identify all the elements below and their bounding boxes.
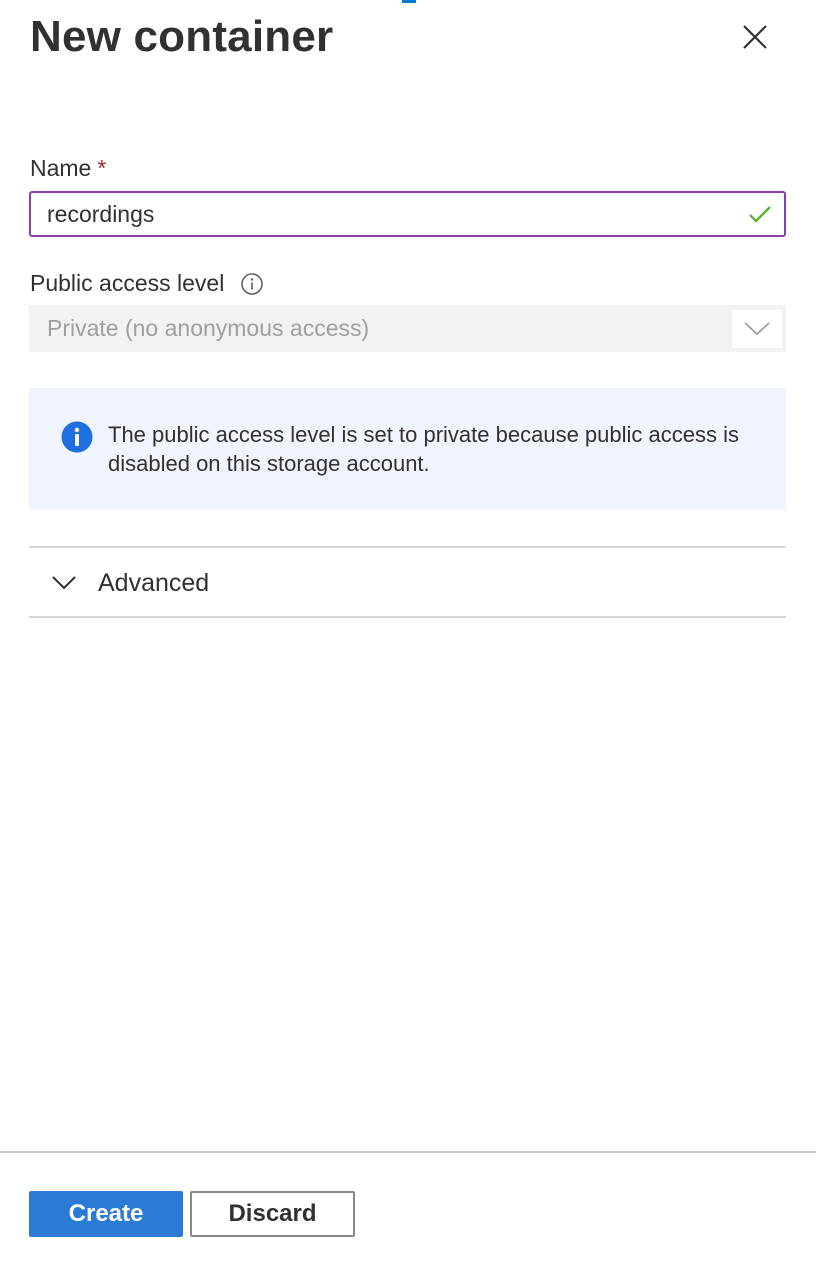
panel-title: New container — [30, 12, 334, 61]
name-field-label: Name * — [30, 155, 106, 182]
info-circle-icon[interactable] — [240, 272, 264, 296]
info-filled-icon — [61, 421, 93, 453]
advanced-top-divider — [29, 546, 786, 548]
public-access-select[interactable]: Private (no anonymous access) — [29, 305, 786, 352]
close-button[interactable] — [734, 16, 776, 58]
info-message-text: The public access level is set to privat… — [108, 422, 739, 476]
advanced-bottom-divider — [29, 616, 786, 618]
advanced-label: Advanced — [98, 568, 210, 597]
create-button[interactable]: Create — [29, 1191, 183, 1237]
discard-button[interactable]: Discard — [190, 1191, 355, 1237]
new-container-panel: New container Name * Public access level — [0, 0, 816, 1266]
public-access-selected-value: Private (no anonymous access) — [47, 315, 370, 341]
top-focus-marker — [402, 0, 416, 3]
required-marker: * — [97, 155, 107, 181]
name-input[interactable] — [31, 193, 740, 235]
advanced-toggle[interactable]: Advanced — [29, 549, 786, 617]
name-label-text: Name — [30, 155, 92, 181]
chevron-down-icon — [49, 568, 79, 598]
public-access-label-text: Public access level — [30, 270, 225, 296]
chevron-down-icon — [732, 309, 782, 348]
name-input-container — [29, 191, 786, 237]
checkmark-icon — [740, 194, 780, 234]
public-access-label: Public access level — [30, 270, 264, 297]
info-message-box: The public access level is set to privat… — [29, 388, 786, 510]
close-icon — [743, 25, 767, 49]
footer-divider — [0, 1151, 816, 1153]
